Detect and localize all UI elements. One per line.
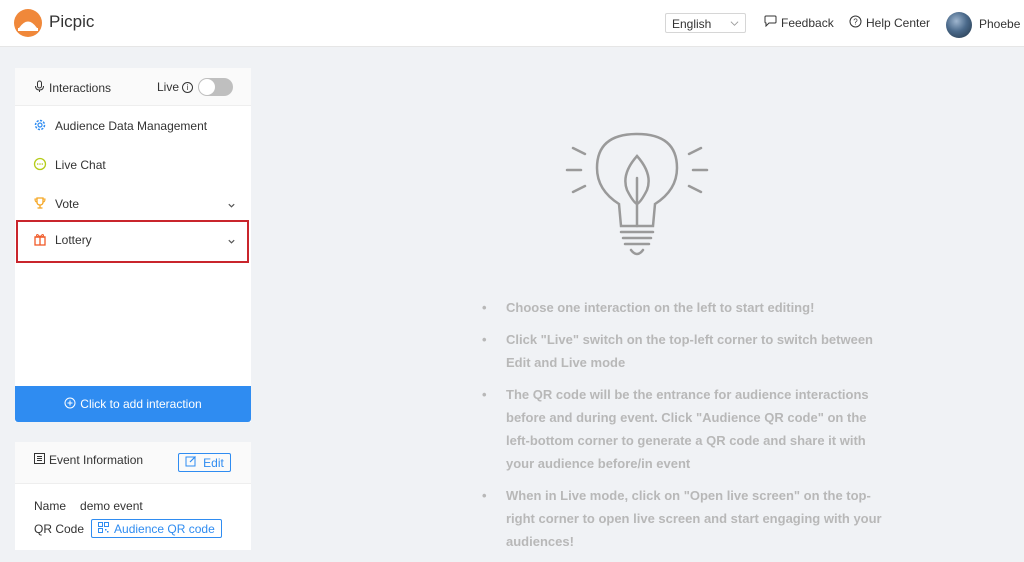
gear-icon [33, 118, 47, 132]
feedback-icon [764, 15, 777, 30]
info-icon[interactable]: i [182, 81, 194, 93]
menu-item-live-chat[interactable]: Live Chat [15, 147, 251, 183]
edit-label: Edit [203, 455, 224, 470]
qr-code-key: QR Code [34, 521, 85, 536]
help-center-label: Help Center [866, 16, 931, 30]
qr-code-icon [98, 521, 110, 536]
event-info-title: Event Information [34, 453, 143, 467]
chevron-down-icon [730, 17, 739, 31]
language-select[interactable]: English [665, 13, 746, 33]
event-name-row: Name demo event [34, 499, 143, 513]
svg-text:?: ? [853, 18, 858, 27]
microphone-icon [34, 80, 45, 96]
menu-item-audience-data[interactable]: Audience Data Management [15, 108, 251, 144]
add-interaction-button[interactable]: Click to add interaction [15, 386, 251, 422]
audience-qr-code-label: Audience QR code [114, 521, 215, 536]
audience-qr-code-button[interactable]: Audience QR code [91, 519, 222, 538]
event-name-value: demo event [80, 499, 143, 513]
add-interaction-label: Click to add interaction [80, 397, 202, 411]
language-select-value: English [672, 17, 712, 31]
live-label: Live [157, 80, 180, 94]
event-info-title-text: Event Information [49, 453, 144, 467]
live-switch-group: Live i [157, 78, 234, 96]
app-logo-icon[interactable] [14, 9, 42, 37]
chevron-down-icon [227, 199, 236, 213]
menu-item-label: Live Chat [55, 158, 106, 172]
edit-icon [185, 455, 197, 470]
user-name[interactable]: Phoebe [979, 17, 1020, 31]
help-center-link[interactable]: ? Help Center [849, 15, 930, 31]
event-info-header: Event Information Edit [15, 442, 251, 484]
tip-item: Click "Live" switch on the top-left corn… [482, 328, 892, 374]
top-header: Picpic English Feedback ? Help Center Ph… [0, 0, 1024, 47]
user-avatar[interactable] [946, 12, 972, 38]
feedback-link[interactable]: Feedback [764, 15, 834, 30]
live-toggle[interactable] [198, 78, 234, 96]
feedback-label: Feedback [781, 15, 834, 30]
tip-item: The QR code will be the entrance for aud… [482, 383, 892, 475]
lottery-highlight-box [16, 220, 249, 263]
interactions-title: Interactions [34, 80, 111, 96]
qr-code-row: QR Code Audience QR code [34, 519, 222, 538]
event-name-key: Name [34, 499, 67, 513]
plus-circle-icon [64, 397, 76, 412]
menu-item-vote[interactable]: Vote [15, 186, 251, 222]
event-info-panel: Event Information Edit Name demo event Q… [15, 442, 251, 550]
menu-item-label: Vote [55, 197, 80, 211]
app-name: Picpic [49, 12, 95, 31]
trophy-icon [33, 196, 47, 210]
instruction-tips-list: Choose one interaction on the left to st… [482, 296, 892, 562]
interactions-title-text: Interactions [49, 81, 112, 95]
tip-item: Choose one interaction on the left to st… [482, 296, 892, 319]
help-icon: ? [849, 15, 862, 31]
chat-icon [33, 157, 47, 171]
menu-item-label: Audience Data Management [55, 119, 208, 133]
edit-event-button[interactable]: Edit [178, 453, 231, 472]
lightbulb-icon [563, 128, 711, 262]
interactions-panel-header: Interactions Live i [15, 68, 251, 106]
tip-item: When in Live mode, click on "Open live s… [482, 484, 892, 553]
document-icon [34, 453, 45, 467]
